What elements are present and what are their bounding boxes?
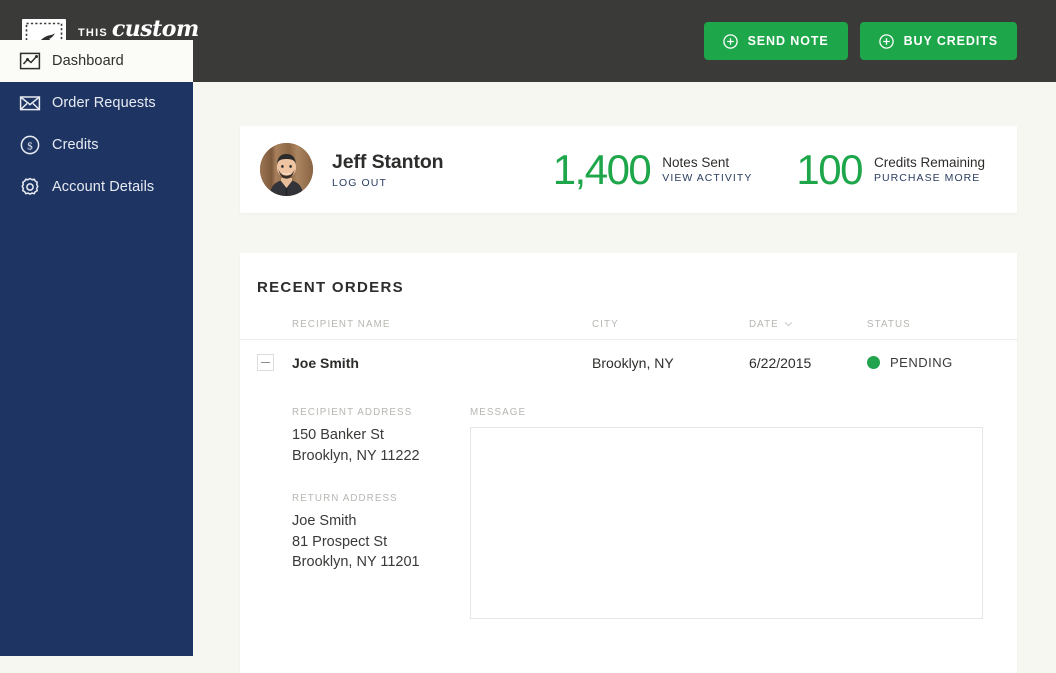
sidebar-item-account-details[interactable]: Account Details xyxy=(0,166,193,208)
column-header-city[interactable]: CITY xyxy=(592,319,749,330)
profile-summary-card: Jeff Stanton LOG OUT 1,400 Notes Sent VI… xyxy=(240,126,1017,213)
purchase-more-link[interactable]: PURCHASE MORE xyxy=(874,172,985,184)
plus-circle-icon xyxy=(723,34,738,49)
return-address-line1: Joe Smith xyxy=(292,511,470,532)
cell-city: Brooklyn, NY xyxy=(592,355,749,371)
chart-box-icon xyxy=(8,50,52,72)
message-label: MESSAGE xyxy=(470,407,983,418)
return-address-line2: 81 Prospect St xyxy=(292,532,470,553)
send-note-button[interactable]: SEND NOTE xyxy=(704,22,848,60)
profile-name: Jeff Stanton xyxy=(332,151,443,174)
message-section: MESSAGE xyxy=(470,407,983,624)
sidebar-item-label: Credits xyxy=(52,137,99,153)
dollar-circle-icon: $ xyxy=(8,134,52,156)
order-addresses: RECIPIENT ADDRESS 150 Banker St Brooklyn… xyxy=(292,407,470,624)
sidebar-item-label: Account Details xyxy=(52,179,154,195)
status-badge: PENDING xyxy=(890,355,953,370)
status-dot-icon xyxy=(867,356,880,369)
column-header-date-label: DATE xyxy=(749,319,779,330)
stat-label: Credits Remaining xyxy=(874,155,985,171)
recent-orders-card: RECENT ORDERS RECIPIENT NAME CITY DATE S… xyxy=(240,253,1017,673)
header-actions: SEND NOTE BUY CREDITS xyxy=(704,22,1017,60)
svg-text:$: $ xyxy=(27,140,33,152)
recipient-address-line2: Brooklyn, NY 11222 xyxy=(292,446,470,467)
orders-table-header: RECIPIENT NAME CITY DATE STATUS xyxy=(240,296,1017,340)
order-detail-panel: RECIPIENT ADDRESS 150 Banker St Brooklyn… xyxy=(240,385,1017,624)
sidebar-item-dashboard[interactable]: Dashboard xyxy=(0,40,193,82)
buy-credits-label: BUY CREDITS xyxy=(904,34,998,48)
stat-value: 1,400 xyxy=(553,149,651,191)
column-header-status[interactable]: STATUS xyxy=(867,319,987,330)
envelope-icon xyxy=(8,92,52,114)
page-title: RECENT ORDERS xyxy=(240,253,1017,296)
sidebar-item-label: Order Requests xyxy=(52,95,156,111)
recipient-address-label: RECIPIENT ADDRESS xyxy=(292,407,470,418)
brand-custom: custom xyxy=(112,18,199,40)
column-header-recipient-name[interactable]: RECIPIENT NAME xyxy=(257,319,592,330)
stats-group: 1,400 Notes Sent VIEW ACTIVITY 100 Credi… xyxy=(553,149,985,191)
view-activity-link[interactable]: VIEW ACTIVITY xyxy=(662,172,752,184)
stat-value: 100 xyxy=(796,149,862,191)
logout-link[interactable]: LOG OUT xyxy=(332,177,443,189)
return-address-block: RETURN ADDRESS Joe Smith 81 Prospect St … xyxy=(292,493,470,573)
sidebar-item-order-requests[interactable]: Order Requests xyxy=(0,82,193,124)
stat-credits-remaining: 100 Credits Remaining PURCHASE MORE xyxy=(796,149,985,191)
row-collapse-toggle[interactable] xyxy=(257,354,274,371)
stat-notes-sent: 1,400 Notes Sent VIEW ACTIVITY xyxy=(553,149,753,191)
buy-credits-button[interactable]: BUY CREDITS xyxy=(860,22,1017,60)
sidebar-item-label: Dashboard xyxy=(52,53,124,69)
return-address-line3: Brooklyn, NY 11201 xyxy=(292,552,470,573)
stat-label: Notes Sent xyxy=(662,155,752,171)
avatar[interactable] xyxy=(260,143,313,196)
gear-icon xyxy=(8,176,52,198)
sidebar-nav: Dashboard Order Requests $ Credits xyxy=(0,82,193,656)
message-input[interactable] xyxy=(470,427,983,619)
cell-date: 6/22/2015 xyxy=(749,355,867,371)
plus-circle-icon xyxy=(879,34,894,49)
column-header-date[interactable]: DATE xyxy=(749,319,867,330)
recipient-name-text: Joe Smith xyxy=(292,355,359,371)
table-row[interactable]: Joe Smith Brooklyn, NY 6/22/2015 PENDING xyxy=(240,340,1017,385)
send-note-label: SEND NOTE xyxy=(748,34,829,48)
brand-this: THIS xyxy=(78,28,108,39)
cell-recipient-name: Joe Smith xyxy=(257,354,592,371)
cell-status: PENDING xyxy=(867,355,987,370)
recipient-address-block: RECIPIENT ADDRESS 150 Banker St Brooklyn… xyxy=(292,407,470,466)
chevron-down-icon xyxy=(784,319,793,330)
main-content: Jeff Stanton LOG OUT 1,400 Notes Sent VI… xyxy=(193,82,1056,656)
return-address-label: RETURN ADDRESS xyxy=(292,493,470,504)
recipient-address-line1: 150 Banker St xyxy=(292,425,470,446)
profile-info: Jeff Stanton LOG OUT xyxy=(332,151,443,189)
sidebar-item-credits[interactable]: $ Credits xyxy=(0,124,193,166)
